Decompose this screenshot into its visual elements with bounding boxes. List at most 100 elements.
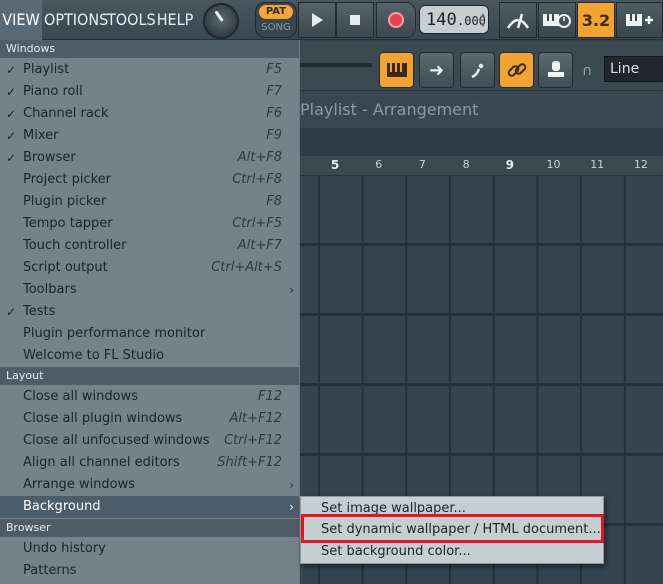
- menu-item-piano-roll[interactable]: ✓ Piano roll F7: [0, 81, 299, 103]
- ruler-bar-number: 12: [633, 158, 648, 171]
- brush-icon: [470, 63, 483, 79]
- menu-tools[interactable]: TOOLS: [107, 0, 156, 40]
- ruler-bar-number: 10: [546, 158, 561, 171]
- menu-item-browser[interactable]: ✓ Browser Alt+F8: [0, 147, 299, 169]
- metronome-icon: [506, 13, 530, 29]
- menu-item-label: Align all channel editors: [23, 455, 180, 470]
- menu-item-label: Close all unfocused windows: [23, 433, 210, 448]
- menu-item-shortcut: F9: [266, 128, 282, 143]
- ruler-bar-number: 11: [590, 158, 605, 171]
- section-header-windows: Windows: [0, 40, 299, 58]
- menu-item-project-picker[interactable]: Project picker Ctrl+F8: [0, 169, 299, 191]
- ruler-bar-number: 8: [462, 158, 470, 171]
- background-submenu: Set image wallpaper... Set dynamic wallp…: [300, 496, 604, 564]
- step-record-button[interactable]: [538, 2, 576, 38]
- menu-item-label: Close all plugin windows: [23, 411, 183, 426]
- stop-button[interactable]: [336, 2, 374, 38]
- ruler-bar-number: 5: [330, 158, 340, 172]
- checkmark-icon: ✓: [6, 107, 17, 121]
- keyboard-clock-icon: [543, 14, 571, 28]
- submenu-arrow-icon: ›: [289, 283, 294, 297]
- menu-item-mixer[interactable]: ✓ Mixer F9: [0, 125, 299, 147]
- snap-select[interactable]: Line: [604, 56, 663, 82]
- menu-item-shortcut: Alt+F8: [237, 150, 282, 165]
- record-icon: [388, 12, 404, 28]
- pattern-picker-button[interactable]: [379, 52, 414, 88]
- menu-item-shortcut: F5: [266, 62, 282, 77]
- countdown-label: 3.2: [581, 10, 611, 30]
- menu-help[interactable]: HELP: [156, 0, 194, 40]
- playlist-ruler[interactable]: 5 6 7 8 9 10 11 12: [300, 156, 663, 176]
- menu-item-toolbars[interactable]: Toolbars ›: [0, 279, 299, 301]
- pat-mode-label: PAT: [259, 5, 293, 19]
- playlist-title: Playlist - Arrangement: [300, 100, 479, 119]
- menu-item-label: Undo history: [23, 541, 106, 556]
- menu-item-tempo-tapper[interactable]: Tempo tapper Ctrl+F5: [0, 213, 299, 235]
- menu-item-tests[interactable]: ✓ Tests: [0, 301, 299, 323]
- countdown-button[interactable]: 3.2: [577, 2, 615, 38]
- main-menubar: VIEW OPTIONS TOOLS HELP PAT SONG 140 .00…: [0, 0, 663, 40]
- menu-item-channel-rack[interactable]: ✓ Channel rack F6: [0, 103, 299, 125]
- menu-item-align-all-channel-editors[interactable]: Align all channel editors Shift+F12: [0, 452, 299, 474]
- menu-item-label: Arrange windows: [23, 477, 136, 492]
- submenu-arrow-icon: ›: [289, 478, 294, 492]
- menu-item-shortcut: F6: [266, 106, 282, 121]
- ruler-bar-number: 7: [418, 158, 426, 171]
- menu-item-close-all-unfocused-windows[interactable]: Close all unfocused windows Ctrl+F12: [0, 430, 299, 452]
- view-dropdown-menu: Windows Layout Browser ✓ Playlist F5 ✓ Piano…: [0, 40, 300, 584]
- tempo-spin-icon[interactable]: ▲ ▼: [481, 10, 485, 30]
- typing-keyboard-button[interactable]: [616, 2, 663, 38]
- menu-item-close-all-windows[interactable]: Close all windows F12: [0, 386, 299, 408]
- toolbar-slider-track[interactable]: [300, 63, 372, 67]
- checkmark-icon: ✓: [6, 63, 17, 77]
- set-background-color-item[interactable]: Set background color...: [301, 541, 603, 563]
- stop-icon: [350, 15, 360, 25]
- playlist-subbar: [300, 128, 663, 156]
- menu-item-patterns[interactable]: Patterns: [0, 560, 299, 582]
- menu-view[interactable]: VIEW: [0, 0, 42, 40]
- play-button[interactable]: [298, 2, 336, 38]
- stamp-tool-button[interactable]: [538, 52, 573, 88]
- checkmark-icon: ✓: [6, 151, 17, 165]
- arrow-tool-button[interactable]: ➜: [419, 52, 454, 88]
- menu-item-arrange-windows[interactable]: Arrange windows ›: [0, 474, 299, 496]
- menu-item-label: Piano roll: [23, 84, 83, 99]
- red-highlight-annotation: [301, 514, 604, 543]
- menu-item-label: Plugin performance monitor: [23, 326, 206, 341]
- song-mode-label: SONG: [261, 22, 291, 33]
- checkmark-icon: ✓: [6, 305, 17, 319]
- master-volume-knob[interactable]: [203, 3, 239, 39]
- menu-item-touch-controller[interactable]: Touch controller Alt+F7: [0, 235, 299, 257]
- piano-roll-icon: [386, 63, 407, 77]
- metronome-button[interactable]: [499, 2, 537, 38]
- ruler-bar-number: 9: [505, 158, 514, 172]
- menu-item-label: Plugin picker: [23, 194, 107, 209]
- menu-item-background[interactable]: Background ›: [0, 496, 299, 518]
- menu-item-label: Tests: [23, 304, 56, 319]
- checkmark-icon: ✓: [6, 129, 17, 143]
- ruler-bar-number: 6: [375, 158, 383, 171]
- link-tool-button[interactable]: [499, 52, 534, 88]
- paint-tool-button[interactable]: [460, 52, 495, 88]
- menu-item-script-output[interactable]: Script output Ctrl+Alt+S: [0, 257, 299, 279]
- menu-item-plugin-picker[interactable]: Plugin picker F8: [0, 191, 299, 213]
- menu-item-label: Project picker: [23, 172, 112, 187]
- menu-item-welcome-to-fl-studio[interactable]: Welcome to FL Studio: [0, 345, 299, 367]
- tempo-field[interactable]: 140 .000 ▲ ▼: [419, 5, 489, 34]
- menu-item-undo-history[interactable]: Undo history: [0, 538, 299, 560]
- menu-item-shortcut: F12: [257, 389, 282, 404]
- menu-item-plugin-performance-monitor[interactable]: Plugin performance monitor: [0, 323, 299, 345]
- pat-song-toggle[interactable]: PAT SONG: [255, 2, 297, 38]
- menu-item-playlist[interactable]: ✓ Playlist F5: [0, 59, 299, 81]
- menu-item-shortcut: Alt+F7: [237, 238, 282, 253]
- menu-item-label: Toolbars: [23, 282, 77, 297]
- menu-item-shortcut: Ctrl+F5: [232, 216, 282, 231]
- menu-options[interactable]: OPTIONS: [44, 0, 108, 40]
- record-button[interactable]: [376, 2, 416, 38]
- menu-item-close-all-plugin-windows[interactable]: Close all plugin windows Alt+F12: [0, 408, 299, 430]
- checkmark-icon: ✓: [6, 85, 17, 99]
- menu-item-shortcut: Ctrl+F12: [223, 433, 282, 448]
- menu-item-label: Touch controller: [23, 238, 127, 253]
- menu-item-shortcut: Alt+F12: [229, 411, 282, 426]
- link-icon: [507, 63, 526, 77]
